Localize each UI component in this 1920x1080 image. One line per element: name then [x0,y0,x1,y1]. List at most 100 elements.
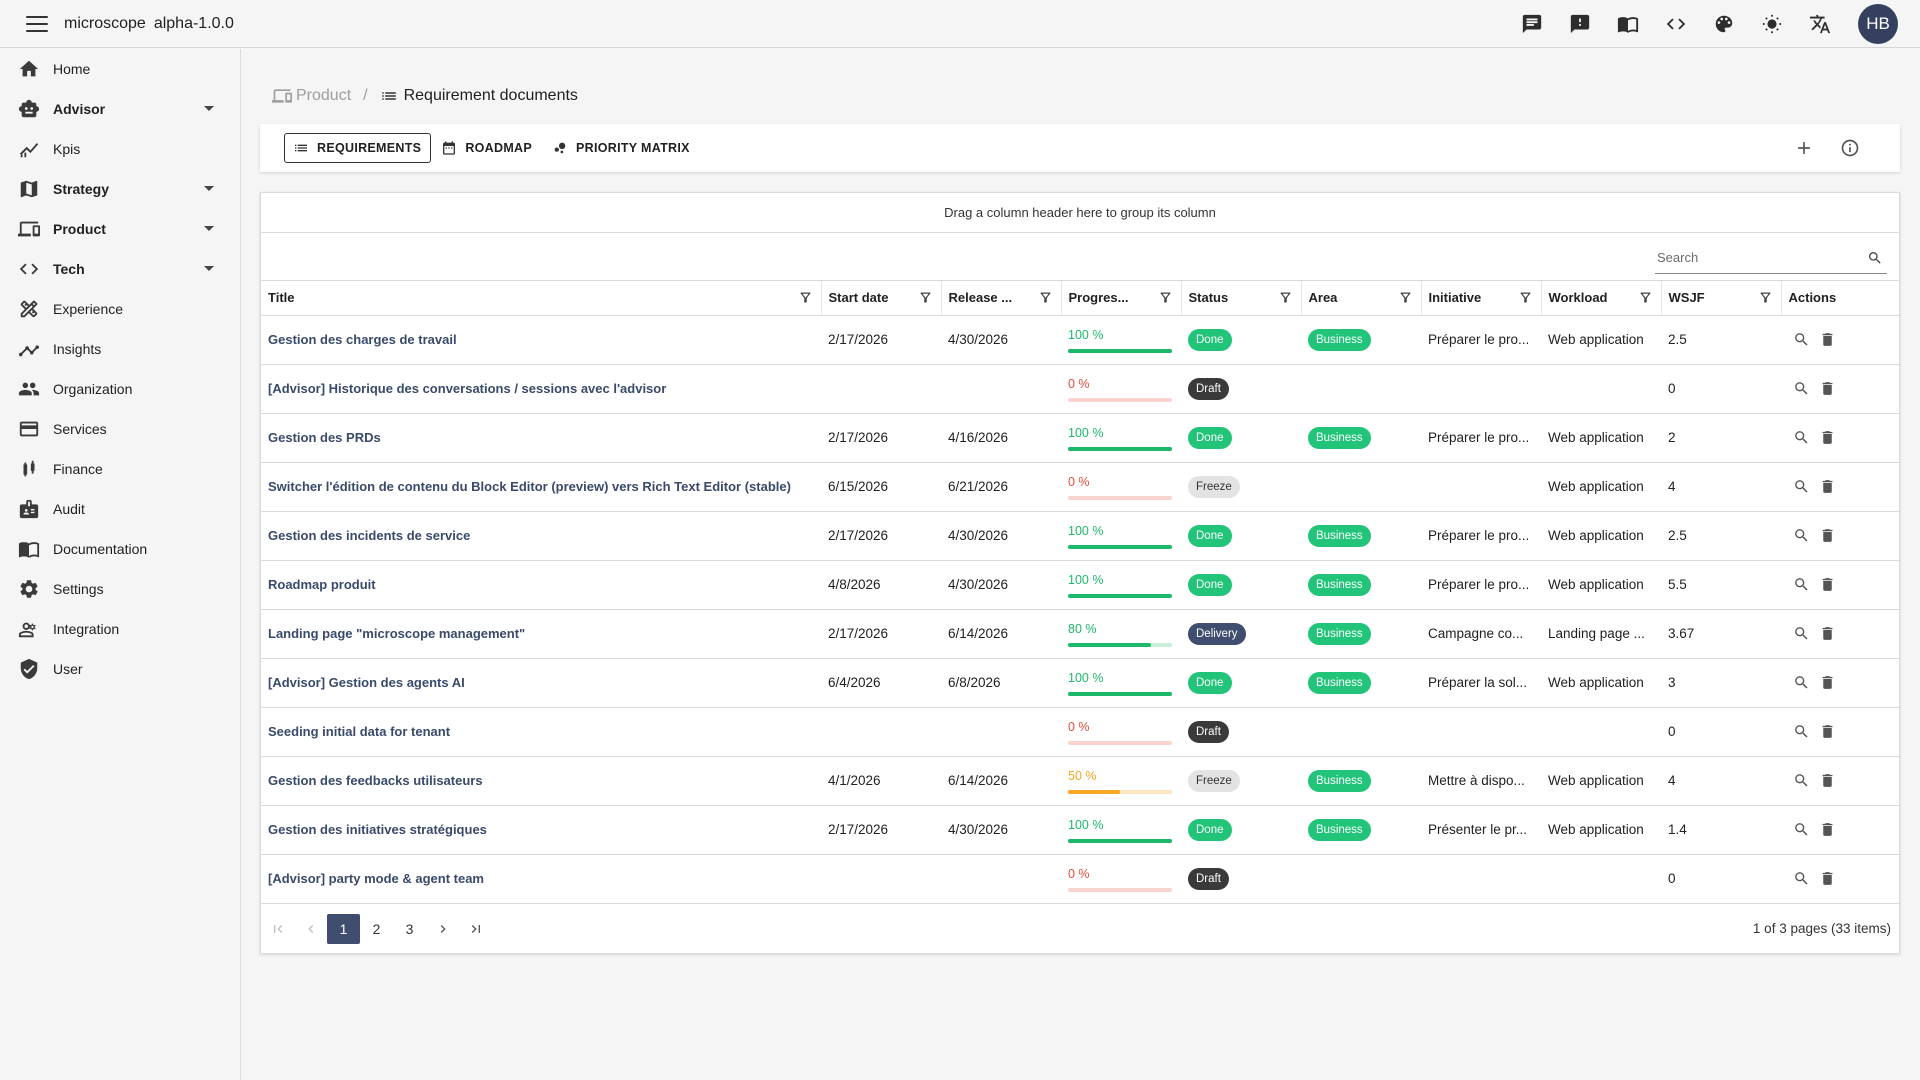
table-row[interactable]: Gestion des incidents de service 2/17/202… [261,511,1901,561]
palette-icon[interactable] [1700,0,1748,48]
delete-icon[interactable] [1814,425,1840,451]
table-row[interactable]: [Advisor] Gestion des agents AI 6/4/2026 6… [261,658,1901,708]
sidebar-item-home[interactable]: Home [0,49,240,89]
requirement-title-link[interactable]: Gestion des incidents de service [261,511,821,561]
column-header-area[interactable]: Area [1301,281,1422,316]
column-header-title[interactable]: Title [261,281,822,316]
sidebar-item-tech[interactable]: Tech [0,249,240,289]
table-row[interactable]: Gestion des initiatives stratégiques 2/17… [261,805,1901,855]
table-row[interactable]: Gestion des feedbacks utilisateurs 4/1/20… [261,756,1901,806]
requirement-title-link[interactable]: [Advisor] Gestion des agents AI [261,658,821,708]
filter-icon[interactable] [798,290,813,305]
column-header-wsjf[interactable]: WSJF [1661,281,1782,316]
view-details-icon[interactable] [1788,474,1814,500]
prev-page-button[interactable] [294,914,327,944]
view-details-icon[interactable] [1788,376,1814,402]
tab-roadmap[interactable]: ROADMAP [431,133,542,163]
last-page-button[interactable] [459,914,492,944]
view-details-icon[interactable] [1788,621,1814,647]
sidebar-item-settings[interactable]: Settings [0,569,240,609]
table-row[interactable]: Switcher l'édition de contenu du Block E… [261,462,1901,512]
sidebar-item-product[interactable]: Product [0,209,240,249]
page-button-1[interactable]: 1 [327,914,360,944]
sidebar-item-kpis[interactable]: Kpis [0,129,240,169]
code-icon[interactable] [1652,0,1700,48]
add-icon[interactable] [1790,134,1818,162]
tab-priority-matrix[interactable]: PRIORITY MATRIX [542,133,700,163]
view-details-icon[interactable] [1788,523,1814,549]
view-details-icon[interactable] [1788,670,1814,696]
group-panel[interactable]: Drag a column header here to group its c… [261,193,1899,233]
view-details-icon[interactable] [1788,572,1814,598]
sidebar-item-audit[interactable]: Audit [0,489,240,529]
requirement-title-link[interactable]: [Advisor] Historique des conversations /… [261,364,821,414]
view-details-icon[interactable] [1788,719,1814,745]
column-header-workload[interactable]: Workload [1541,281,1662,316]
sidebar-item-strategy[interactable]: Strategy [0,169,240,209]
table-row[interactable]: Gestion des charges de travail 2/17/2026 4… [261,315,1901,365]
delete-icon[interactable] [1814,768,1840,794]
tab-requirements[interactable]: REQUIREMENTS [284,133,432,163]
sidebar-item-documentation[interactable]: Documentation [0,529,240,569]
filter-icon[interactable] [1398,290,1413,305]
table-row[interactable]: Gestion des PRDs 2/17/2026 4/16/2026 100 % D… [261,413,1901,463]
breadcrumb-product-link[interactable]: Product [272,86,351,106]
column-header-initiative[interactable]: Initiative [1421,281,1542,316]
delete-icon[interactable] [1814,376,1840,402]
filter-icon[interactable] [918,290,933,305]
sidebar-item-experience[interactable]: Experience [0,289,240,329]
requirement-title-link[interactable]: Gestion des initiatives stratégiques [261,805,821,855]
translate-icon[interactable] [1796,0,1844,48]
delete-icon[interactable] [1814,474,1840,500]
search-icon[interactable] [1867,250,1883,266]
view-details-icon[interactable] [1788,327,1814,353]
requirement-title-link[interactable]: Landing page "microscope management" [261,609,821,659]
column-header-actions[interactable]: Actions [1781,281,1901,316]
delete-icon[interactable] [1814,817,1840,843]
filter-icon[interactable] [1758,290,1773,305]
table-row[interactable]: [Advisor] party mode & agent team 0 % Draf… [261,854,1901,904]
requirement-title-link[interactable]: Seeding initial data for tenant [261,707,821,757]
requirement-title-link[interactable]: Switcher l'édition de contenu du Block E… [261,462,821,512]
info-icon[interactable] [1836,134,1864,162]
chevron-down-icon[interactable] [204,186,214,191]
sidebar-item-user[interactable]: User [0,649,240,689]
menu-icon[interactable] [26,15,48,32]
sidebar-item-organization[interactable]: Organization [0,369,240,409]
sidebar-item-finance[interactable]: Finance [0,449,240,489]
filter-icon[interactable] [1638,290,1653,305]
delete-icon[interactable] [1814,719,1840,745]
chevron-down-icon[interactable] [204,106,214,111]
column-header-status[interactable]: Status [1181,281,1302,316]
docs-book-icon[interactable] [1604,0,1652,48]
chat-icon[interactable] [1508,0,1556,48]
column-header-start-date[interactable]: Start date [821,281,942,316]
requirement-title-link[interactable]: Gestion des PRDs [261,413,821,463]
sidebar-item-integration[interactable]: Integration [0,609,240,649]
table-row[interactable]: Landing page "microscope management" 2/17… [261,609,1901,659]
delete-icon[interactable] [1814,866,1840,892]
chevron-down-icon[interactable] [204,226,214,231]
page-button-3[interactable]: 3 [393,914,426,944]
filter-icon[interactable] [1038,290,1053,305]
table-row[interactable]: [Advisor] Historique des conversations /… [261,364,1901,414]
search-input[interactable] [1655,250,1855,265]
delete-icon[interactable] [1814,523,1840,549]
next-page-button[interactable] [426,914,459,944]
feedback-icon[interactable] [1556,0,1604,48]
table-row[interactable]: Seeding initial data for tenant 0 % Draft 0 [261,707,1901,757]
filter-icon[interactable] [1158,290,1173,305]
column-header-progress[interactable]: Progres... [1061,281,1182,316]
delete-icon[interactable] [1814,572,1840,598]
requirement-title-link[interactable]: [Advisor] party mode & agent team [261,854,821,904]
first-page-button[interactable] [261,914,294,944]
chevron-down-icon[interactable] [204,266,214,271]
delete-icon[interactable] [1814,327,1840,353]
requirement-title-link[interactable]: Gestion des feedbacks utilisateurs [261,756,821,806]
view-details-icon[interactable] [1788,425,1814,451]
filter-icon[interactable] [1518,290,1533,305]
delete-icon[interactable] [1814,670,1840,696]
brightness-icon[interactable] [1748,0,1796,48]
requirement-title-link[interactable]: Roadmap produit [261,560,821,610]
user-avatar[interactable]: HB [1858,4,1898,44]
